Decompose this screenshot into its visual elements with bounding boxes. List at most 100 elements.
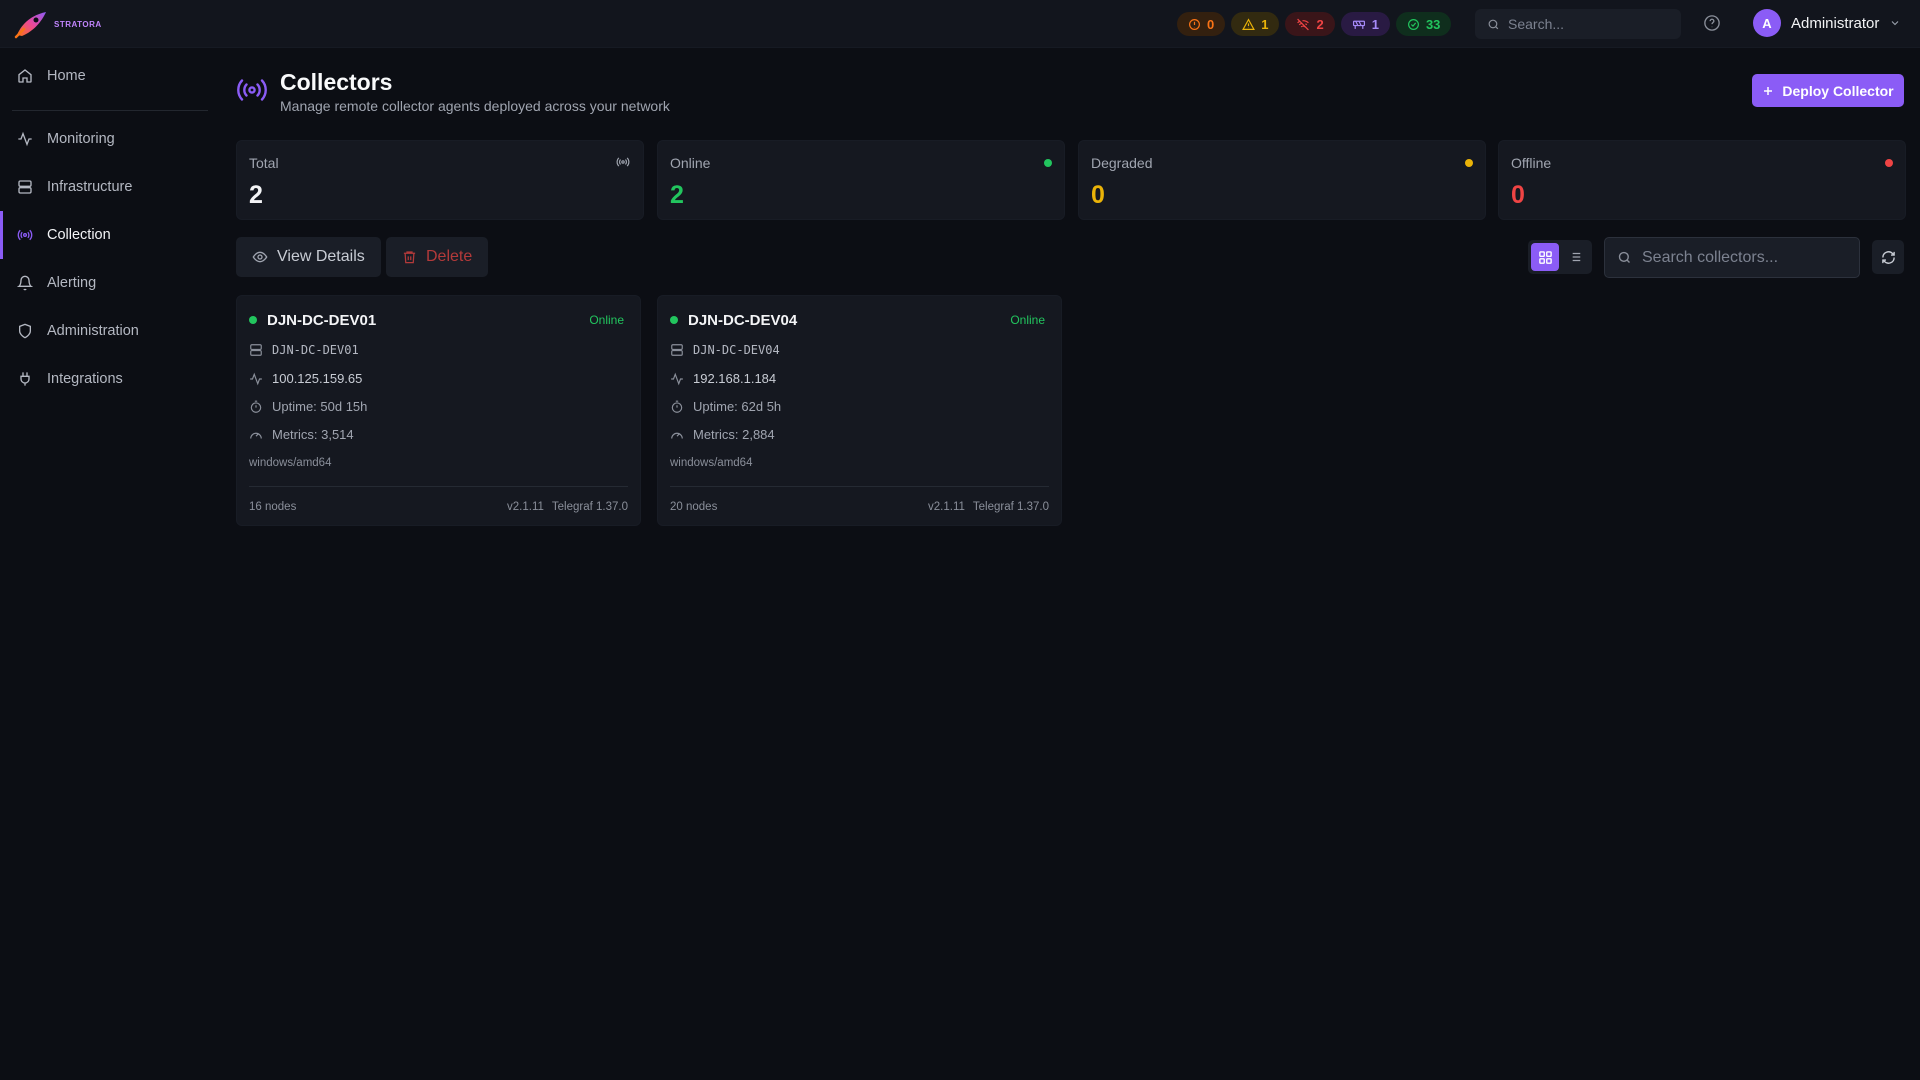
- down-devices-pill[interactable]: 2: [1285, 12, 1335, 36]
- status-pills: 0 1 2 1 33: [1177, 12, 1452, 36]
- alert-circle-icon: [1188, 18, 1201, 31]
- maintenance-pill[interactable]: 1: [1340, 12, 1390, 36]
- sidebar-item-monitoring[interactable]: Monitoring: [0, 119, 210, 159]
- sidebar-item-infrastructure[interactable]: Infrastructure: [0, 167, 210, 207]
- gauge-icon: [249, 428, 263, 442]
- delete-label: Delete: [426, 248, 473, 265]
- deploy-collector-button[interactable]: Deploy Collector: [1752, 74, 1904, 107]
- telegraf-version: Telegraf 1.37.0: [551, 501, 628, 513]
- view-mode-toggle: [1528, 240, 1592, 274]
- sidebar-item-label: Administration: [47, 323, 139, 339]
- search-icon: [1617, 250, 1632, 265]
- stat-label: Degraded: [1091, 155, 1153, 171]
- sidebar-item-label: Collection: [47, 227, 111, 243]
- deploy-collector-label: Deploy Collector: [1782, 82, 1894, 99]
- status-badge: Online: [1010, 313, 1045, 327]
- stat-card-degraded: Degraded 0: [1078, 140, 1486, 220]
- view-details-button[interactable]: View Details: [236, 237, 381, 277]
- collector-ip-row: 100.125.159.65: [249, 371, 362, 386]
- list-view-button[interactable]: [1561, 243, 1589, 271]
- top-bar: STRATORA 0 1 2 1 33 Search... A Administ…: [0, 0, 1920, 48]
- sidebar-item-alerting[interactable]: Alerting: [0, 263, 210, 303]
- collector-card-header: DJN-DC-DEV01 Online: [249, 310, 624, 330]
- gauge-icon: [670, 428, 684, 442]
- wifi-off-icon: [1296, 18, 1310, 31]
- user-menu[interactable]: A Administrator: [1753, 9, 1901, 37]
- global-search-input[interactable]: Search...: [1475, 9, 1681, 39]
- collector-metrics-row: Metrics: 3,514: [249, 427, 354, 442]
- avatar: A: [1753, 9, 1781, 37]
- trash-icon: [402, 249, 417, 265]
- bell-icon: [17, 275, 33, 291]
- list-icon: [1568, 250, 1582, 264]
- plug-icon: [17, 371, 33, 387]
- server-icon: [17, 179, 33, 195]
- shield-icon: [17, 323, 33, 339]
- activity-icon: [670, 372, 684, 386]
- stat-card-online: Online 2: [657, 140, 1065, 220]
- home-icon: [17, 68, 33, 84]
- collector-metrics: Metrics: 3,514: [272, 427, 354, 442]
- pill-count: 2: [1316, 16, 1324, 32]
- status-badge: Online: [589, 313, 624, 327]
- brand-logo[interactable]: STRATORA: [14, 9, 102, 39]
- sidebar-item-administration[interactable]: Administration: [0, 311, 210, 351]
- refresh-button[interactable]: [1872, 240, 1904, 274]
- grid-view-button[interactable]: [1531, 243, 1559, 271]
- collector-hostname-row: DJN-DC-DEV01: [249, 343, 359, 357]
- collector-uptime-row: Uptime: 50d 15h: [249, 399, 367, 414]
- pill-count: 0: [1207, 16, 1215, 32]
- warning-alerts-pill[interactable]: 1: [1231, 12, 1280, 36]
- grid-icon: [1538, 250, 1553, 265]
- telegraf-version: Telegraf 1.37.0: [972, 501, 1049, 513]
- status-dot: [249, 316, 257, 324]
- card-divider: [670, 486, 1049, 487]
- stat-value: 0: [1511, 181, 1525, 209]
- help-icon[interactable]: [1703, 14, 1721, 32]
- search-icon: [1487, 18, 1500, 31]
- plus-icon: [1762, 85, 1774, 97]
- collector-card[interactable]: DJN-DC-DEV01 Online DJN-DC-DEV01 100.125…: [236, 295, 641, 526]
- sidebar-item-label: Integrations: [47, 371, 123, 387]
- collector-hostname: DJN-DC-DEV01: [272, 343, 359, 357]
- collector-search-placeholder: Search collectors...: [1642, 248, 1779, 266]
- status-dot: [1044, 159, 1052, 167]
- page-subtitle: Manage remote collector agents deployed …: [280, 98, 670, 114]
- warning-triangle-icon: [1242, 17, 1256, 31]
- stat-label: Offline: [1511, 155, 1552, 171]
- collector-ip-row: 192.168.1.184: [670, 371, 776, 386]
- critical-alerts-pill[interactable]: 0: [1177, 12, 1226, 36]
- refresh-icon: [1881, 250, 1896, 265]
- collector-ip: 192.168.1.184: [693, 371, 777, 386]
- stat-card-offline: Offline 0: [1498, 140, 1906, 220]
- global-search-placeholder: Search...: [1508, 16, 1565, 32]
- collector-ip: 100.125.159.65: [272, 371, 363, 386]
- sidebar: Home Monitoring Infrastructure Collectio…: [0, 48, 210, 1080]
- healthy-pill[interactable]: 33: [1395, 12, 1452, 36]
- stat-label: Online: [670, 155, 711, 171]
- rocket-logo-icon: [14, 9, 50, 39]
- collector-search-input[interactable]: Search collectors...: [1604, 237, 1860, 278]
- card-divider: [249, 486, 628, 487]
- page-title: Collectors: [280, 69, 393, 95]
- collector-platform: windows/amd64: [249, 457, 332, 469]
- collector-version: v2.1.11: [507, 501, 544, 513]
- sidebar-item-collection[interactable]: Collection: [0, 211, 210, 259]
- sidebar-item-home[interactable]: Home: [0, 56, 210, 96]
- brand-name: STRATORA: [54, 19, 102, 29]
- collector-hostname: DJN-DC-DEV04: [693, 343, 780, 357]
- collector-platform: windows/amd64: [670, 457, 753, 469]
- collector-name: DJN-DC-DEV04: [688, 311, 798, 329]
- server-icon: [249, 343, 263, 357]
- delete-button[interactable]: Delete: [386, 237, 489, 277]
- radio-icon: [236, 78, 268, 102]
- stat-value: 0: [1091, 181, 1105, 209]
- collector-versions: v2.1.11 Telegraf 1.37.0: [928, 501, 1049, 513]
- collector-card[interactable]: DJN-DC-DEV04 Online DJN-DC-DEV04 192.168…: [657, 295, 1062, 526]
- collector-uptime: Uptime: 50d 15h: [272, 399, 368, 414]
- collector-version: v2.1.11: [928, 501, 965, 513]
- sidebar-item-integrations[interactable]: Integrations: [0, 359, 210, 399]
- stat-value: 2: [249, 181, 263, 209]
- view-details-label: View Details: [277, 248, 365, 265]
- sidebar-item-label: Infrastructure: [47, 179, 133, 195]
